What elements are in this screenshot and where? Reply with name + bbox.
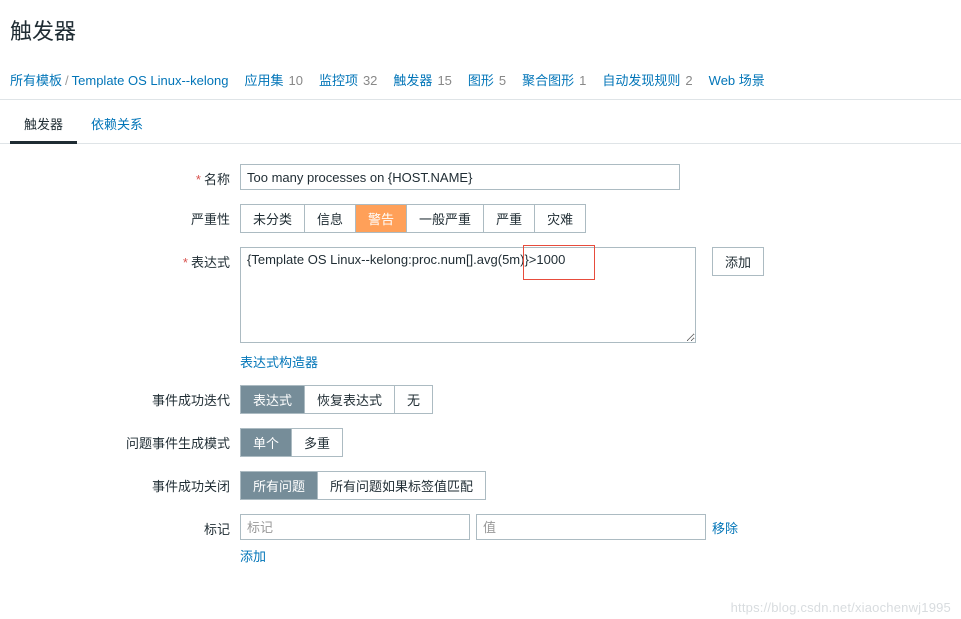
watermark: https://blog.csdn.net/xiaochenwj1995 <box>731 600 951 615</box>
breadcrumb-template[interactable]: Template OS Linux--kelong <box>72 73 229 88</box>
breadcrumb-sep: / <box>65 73 69 88</box>
tag-row: 移除 <box>240 514 738 540</box>
label-event-iter: 事件成功迭代 <box>10 385 240 409</box>
tab-dependencies[interactable]: 依赖关系 <box>77 106 157 144</box>
problem-mode-single[interactable]: 单个 <box>241 429 292 456</box>
form-area: *名称 严重性 未分类 信息 警告 一般严重 严重 灾难 *表达式 <box>0 144 961 619</box>
label-tags: 标记 <box>10 514 240 538</box>
page-title: 触发器 <box>0 0 961 64</box>
nav-appset[interactable]: 应用集 <box>244 70 283 89</box>
nav-graphs[interactable]: 图形 <box>468 70 494 89</box>
nav-items-count: 32 <box>363 73 377 88</box>
expression-builder-link[interactable]: 表达式构造器 <box>240 352 318 371</box>
nav-appset-count: 10 <box>288 73 302 88</box>
nav-web[interactable]: Web 场景 <box>709 70 765 89</box>
event-iter-none[interactable]: 无 <box>395 386 432 413</box>
severity-info[interactable]: 信息 <box>305 205 356 232</box>
problem-mode-group: 单个 多重 <box>240 428 343 457</box>
event-iter-recovery[interactable]: 恢复表达式 <box>305 386 395 413</box>
tag-name-field[interactable] <box>240 514 470 540</box>
tabs: 触发器 依赖关系 <box>0 106 961 144</box>
severity-warning[interactable]: 警告 <box>356 205 407 232</box>
tag-remove-link[interactable]: 移除 <box>712 518 738 537</box>
tab-trigger[interactable]: 触发器 <box>10 106 77 144</box>
severity-high[interactable]: 严重 <box>484 205 535 232</box>
divider <box>0 99 961 100</box>
problem-mode-multiple[interactable]: 多重 <box>292 429 342 456</box>
label-event-close: 事件成功关闭 <box>10 471 240 495</box>
nav-graphs-count: 5 <box>499 73 506 88</box>
breadcrumb-all-templates[interactable]: 所有模板 <box>10 70 62 89</box>
tag-value-field[interactable] <box>476 514 706 540</box>
tag-add-link[interactable]: 添加 <box>240 546 266 565</box>
label-problem-mode: 问题事件生成模式 <box>10 428 240 452</box>
nav-screens[interactable]: 聚合图形 <box>522 70 574 89</box>
add-expression-button[interactable]: 添加 <box>712 247 764 276</box>
nav-discovery[interactable]: 自动发现规则 <box>602 70 680 89</box>
label-expression: *表达式 <box>10 247 240 271</box>
nav-discovery-count: 2 <box>685 73 692 88</box>
name-field[interactable] <box>240 164 680 190</box>
event-close-group: 所有问题 所有问题如果标签值匹配 <box>240 471 486 500</box>
expression-field[interactable] <box>240 247 696 343</box>
label-name: *名称 <box>10 164 240 188</box>
event-close-tagmatch[interactable]: 所有问题如果标签值匹配 <box>318 472 485 499</box>
severity-notclassified[interactable]: 未分类 <box>241 205 305 232</box>
severity-average[interactable]: 一般严重 <box>407 205 484 232</box>
nav-items[interactable]: 监控项 <box>319 70 358 89</box>
severity-disaster[interactable]: 灾难 <box>535 205 585 232</box>
event-iter-expr[interactable]: 表达式 <box>241 386 305 413</box>
severity-group: 未分类 信息 警告 一般严重 严重 灾难 <box>240 204 586 233</box>
event-iter-group: 表达式 恢复表达式 无 <box>240 385 433 414</box>
event-close-all[interactable]: 所有问题 <box>241 472 318 499</box>
label-severity: 严重性 <box>10 204 240 228</box>
nav-triggers[interactable]: 触发器 <box>393 70 432 89</box>
nav-triggers-count: 15 <box>437 73 451 88</box>
nav-screens-count: 1 <box>579 73 586 88</box>
breadcrumb: 所有模板 / Template OS Linux--kelong 应用集 10 监… <box>0 64 961 99</box>
